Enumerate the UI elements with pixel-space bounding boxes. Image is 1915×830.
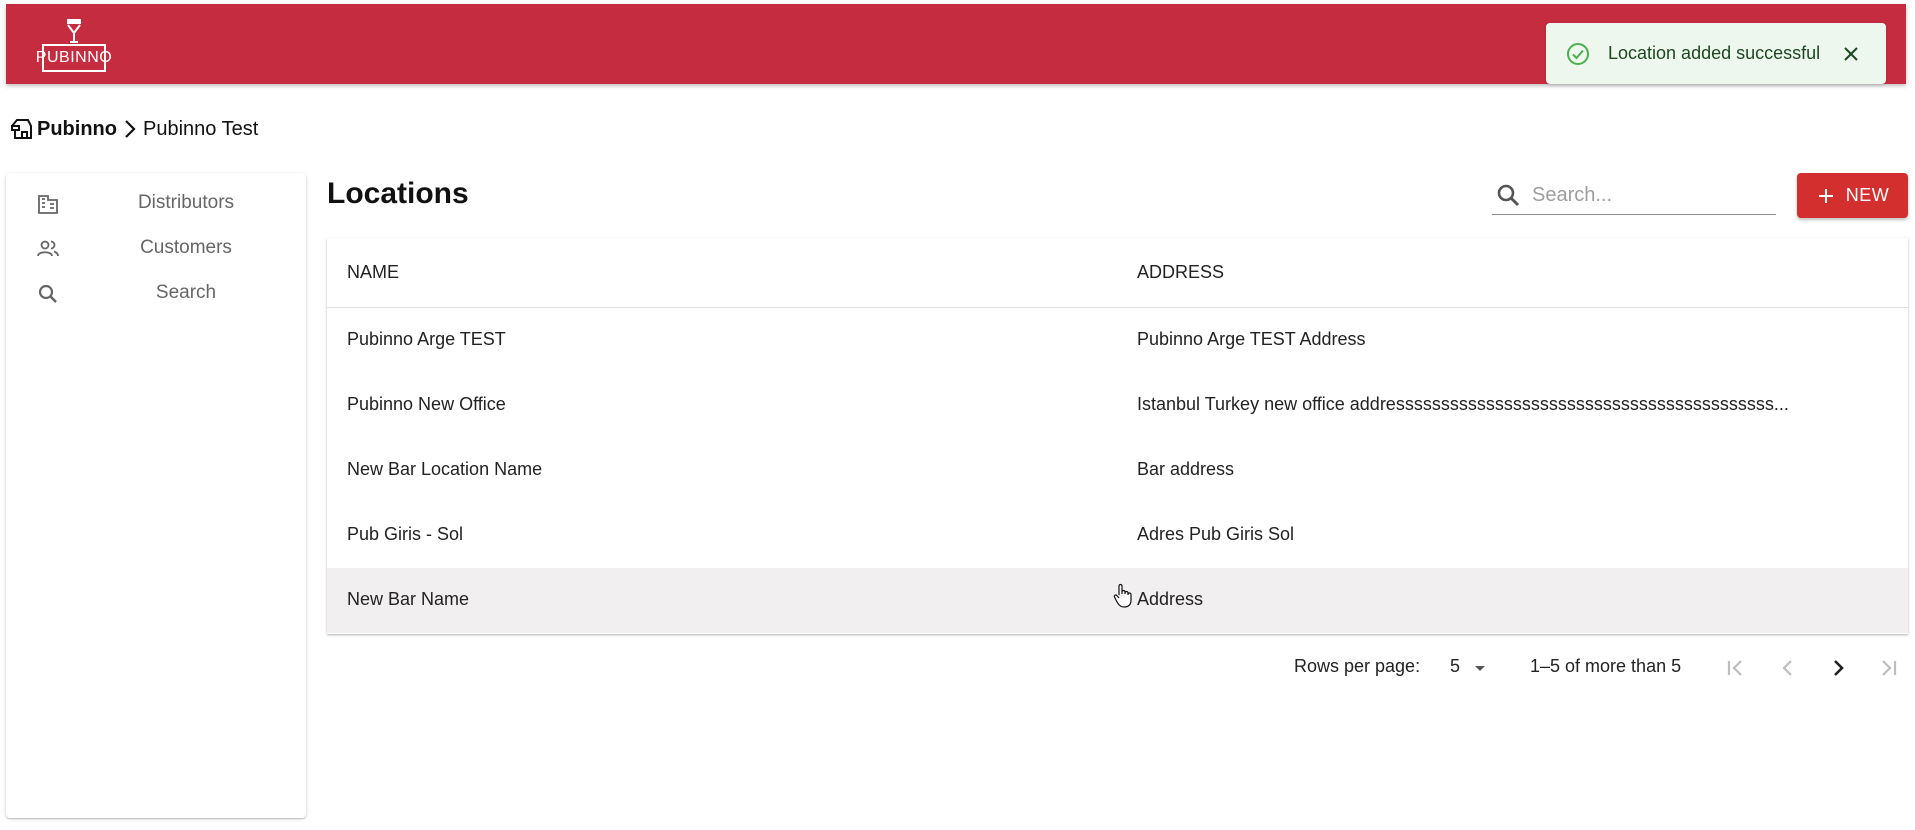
cell-name: New Bar Name (347, 589, 470, 609)
new-location-button[interactable]: NEW (1797, 173, 1908, 218)
cell-address: Pubinno Arge TEST Address (1137, 329, 1366, 349)
rows-per-page-select[interactable]: 5 (1450, 656, 1490, 680)
cell-address: Adres Pub Giris Sol (1137, 524, 1295, 544)
table-header: NAME ADDRESS (327, 238, 1908, 308)
store-icon (11, 119, 32, 139)
plus-icon (1818, 188, 1833, 203)
cell-address: Bar address (1137, 459, 1235, 479)
search-icon (1497, 184, 1520, 207)
page-range: 1–5 of more than 5 (1530, 656, 1682, 676)
cell-address: Istanbul Turkey new office addressssssss… (1137, 394, 1789, 414)
new-button-label: NEW (1845, 185, 1890, 205)
rows-per-page-label: Rows per page: (1294, 656, 1421, 676)
glass-icon (67, 19, 81, 43)
locations-table: NAME ADDRESS Pubinno Arge TEST Pubinno A… (327, 238, 1908, 634)
pubinno-logo[interactable]: PUBINNO (36, 16, 112, 74)
close-icon[interactable] (1838, 41, 1864, 67)
search-input[interactable] (1532, 179, 1770, 211)
building-icon (38, 195, 58, 214)
toast-message: Location added successful (1608, 43, 1821, 63)
table-row[interactable]: Pub Giris - Sol Adres Pub Giris Sol (327, 503, 1908, 568)
table-row[interactable]: Pubinno New Office Istanbul Turkey new o… (327, 373, 1908, 438)
table-row[interactable]: New Bar Location Name Bar address (327, 438, 1908, 503)
search-icon (38, 284, 57, 303)
breadcrumb-item-pubinno[interactable]: Pubinno (37, 118, 117, 141)
page-title: Locations (327, 177, 469, 210)
cell-name: New Bar Location Name (347, 459, 543, 479)
next-page-icon[interactable] (1822, 652, 1854, 684)
column-header-address[interactable]: ADDRESS (1137, 262, 1224, 283)
breadcrumb-item-current: Pubinno Test (142, 117, 259, 140)
caret-down-icon (1475, 666, 1485, 671)
sidebar-item-label: Search (155, 282, 217, 303)
sidebar: Distributors Customers Search (6, 173, 306, 818)
logo-text: PUBINNO (36, 44, 112, 72)
success-toast: Location added successful (1546, 23, 1886, 84)
search-field (1492, 177, 1776, 215)
sidebar-item-distributors[interactable]: Distributors (6, 182, 306, 226)
rows-per-page-value: 5 (1450, 656, 1461, 676)
last-page-icon[interactable] (1872, 652, 1904, 684)
sidebar-item-label: Customers (140, 237, 232, 258)
cell-name: Pubinno Arge TEST (347, 329, 506, 349)
sidebar-item-label: Distributors (137, 192, 235, 213)
column-header-name[interactable]: NAME (347, 262, 399, 283)
previous-page-icon[interactable] (1772, 652, 1804, 684)
chevron-right-icon (125, 120, 136, 138)
check-circle-icon (1567, 43, 1589, 65)
table-row[interactable]: Pubinno Arge TEST Pubinno Arge TEST Addr… (327, 308, 1908, 373)
people-icon (37, 240, 59, 257)
sidebar-item-search[interactable]: Search (6, 272, 306, 316)
first-page-icon[interactable] (1720, 652, 1752, 684)
sidebar-item-customers[interactable]: Customers (6, 227, 306, 271)
breadcrumb: Pubinno Pubinno Test (8, 116, 258, 142)
cell-name: Pubinno New Office (347, 394, 506, 414)
cell-address: Address (1137, 589, 1204, 609)
hand-cursor-icon (1113, 583, 1132, 608)
cell-name: Pub Giris - Sol (347, 524, 464, 544)
